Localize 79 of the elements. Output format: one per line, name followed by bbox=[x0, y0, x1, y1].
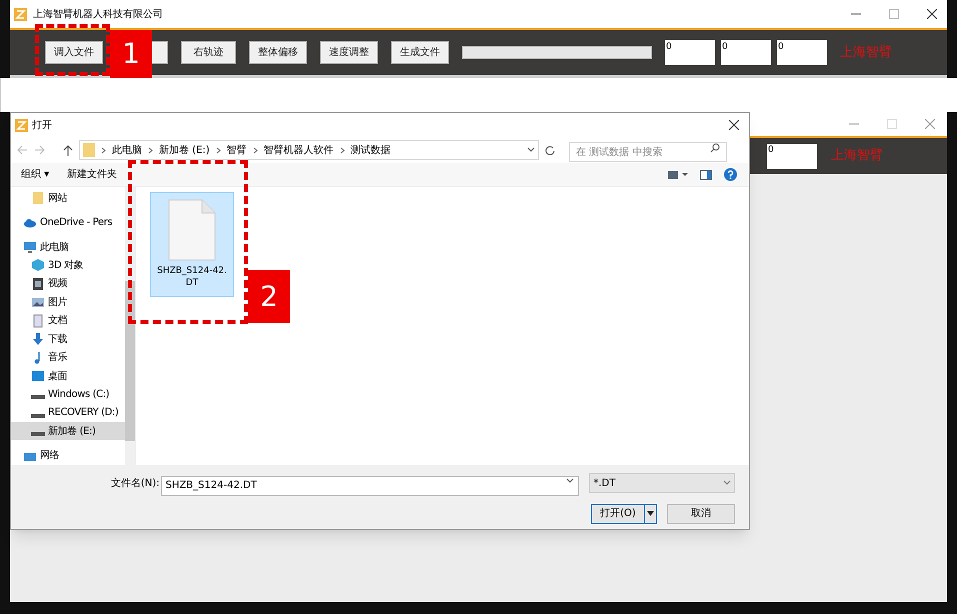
nav-item[interactable]: 桌面 bbox=[11, 366, 125, 386]
desktop-icon bbox=[31, 369, 45, 383]
chevron-icon bbox=[340, 146, 345, 154]
app-logo-icon bbox=[15, 118, 28, 132]
toolbar-button[interactable]: 右轨迹 bbox=[181, 41, 236, 64]
dropdown-icon bbox=[647, 511, 654, 516]
toolbar-button[interactable]: 调入文件 bbox=[45, 41, 103, 64]
toolbar-button[interactable]: 新建文件夹 bbox=[67, 167, 118, 182]
nav-item[interactable]: 下载 bbox=[11, 330, 125, 348]
breadcrumb-item[interactable]: 新加卷 (E:) bbox=[159, 142, 210, 158]
close-icon[interactable] bbox=[729, 120, 739, 130]
nav-item[interactable]: 网络 bbox=[11, 446, 125, 465]
nav-item[interactable]: 音乐 bbox=[11, 348, 125, 367]
chevron-icon bbox=[148, 146, 153, 154]
breadcrumb-item[interactable]: 智臂 bbox=[226, 142, 247, 158]
brand-text: 上海智臂 bbox=[840, 44, 892, 62]
app-logo-icon bbox=[14, 8, 27, 20]
down-arrow-icon bbox=[31, 332, 45, 346]
nav-item[interactable]: 此电脑 bbox=[11, 238, 125, 256]
file-type-dropdown[interactable]: *.DT bbox=[589, 473, 735, 494]
split-dropdown-button[interactable] bbox=[645, 504, 657, 524]
dropdown-icon[interactable] bbox=[527, 147, 535, 153]
document-icon bbox=[31, 314, 45, 328]
filename-label: 文件名(N): bbox=[110, 476, 160, 491]
drive-icon bbox=[31, 395, 45, 400]
cube-icon bbox=[31, 258, 45, 272]
drive-icon bbox=[31, 414, 45, 418]
number-field[interactable]: 0 bbox=[767, 144, 817, 168]
help-icon[interactable] bbox=[724, 168, 737, 181]
open-button[interactable]: 打开(O) bbox=[591, 504, 645, 524]
nav-item[interactable]: 图片 bbox=[11, 293, 125, 312]
search-icon bbox=[710, 142, 720, 153]
nav-item[interactable]: 视频 bbox=[11, 274, 125, 294]
nav-item[interactable]: OneDrive - Pers bbox=[11, 213, 125, 232]
preview-pane-icon[interactable] bbox=[700, 170, 712, 180]
breadcrumb-item[interactable]: 此电脑 bbox=[112, 142, 142, 158]
refresh-icon[interactable] bbox=[545, 145, 555, 155]
filename-field[interactable]: SHZB_S124-42.DT bbox=[161, 476, 580, 496]
address-bar[interactable]: 此电脑 新加卷 (E:) 智臂 智臂机器人软件 测试数据 bbox=[79, 140, 539, 160]
step-badge: 2 bbox=[248, 270, 290, 323]
close-icon[interactable] bbox=[927, 9, 937, 19]
dropdown-icon bbox=[566, 478, 574, 484]
number-field[interactable]: 0 bbox=[721, 40, 771, 65]
toolbar-button[interactable]: 生成文件 bbox=[391, 41, 449, 64]
input-field[interactable] bbox=[462, 46, 652, 59]
dialog-title: 打开 bbox=[32, 118, 52, 132]
breadcrumb-item[interactable]: 智臂机器人软件 bbox=[264, 142, 334, 158]
folder-icon bbox=[83, 143, 95, 157]
folder-icon bbox=[31, 191, 45, 206]
cancel-button[interactable]: 取消 bbox=[667, 504, 735, 524]
nav-item[interactable]: 新加卷 (E:) bbox=[11, 422, 125, 440]
nav-item[interactable]: RECOVERY (D:) bbox=[11, 404, 125, 422]
file-name: SHZB_S124-42.DT bbox=[156, 265, 228, 289]
up-arrow-icon[interactable] bbox=[63, 144, 73, 156]
image-icon bbox=[31, 295, 45, 310]
brand-text: 上海智臂 bbox=[831, 147, 883, 166]
nav-item[interactable]: Windows (C:) bbox=[11, 385, 125, 404]
chevron-icon bbox=[216, 146, 221, 154]
number-field[interactable]: 0 bbox=[665, 40, 715, 65]
search-field[interactable]: 在 测试数据 中搜索 bbox=[569, 142, 727, 162]
file-item[interactable]: SHZB_S124-42.DT bbox=[150, 192, 234, 297]
dropdown-icon bbox=[723, 480, 731, 486]
computer-icon bbox=[23, 240, 37, 254]
step-badge: 1 bbox=[110, 30, 152, 78]
film-icon bbox=[31, 276, 45, 291]
chevron-icon bbox=[252, 146, 258, 154]
nav-item[interactable]: 文档 bbox=[11, 312, 125, 330]
toolbar-button[interactable]: 速度调整 bbox=[320, 41, 378, 64]
window-title: 上海智臂机器人科技有限公司 bbox=[33, 8, 163, 22]
toolbar-button[interactable]: 整体偏移 bbox=[249, 41, 307, 64]
toolbar-button[interactable]: 组织 ▾ bbox=[21, 167, 50, 182]
breadcrumb-item[interactable]: 测试数据 bbox=[350, 142, 391, 158]
view-options-icon[interactable] bbox=[668, 170, 688, 178]
drive-icon bbox=[31, 432, 45, 436]
nav-item[interactable]: 网站 bbox=[11, 189, 125, 208]
file-icon bbox=[168, 199, 216, 261]
nav-item[interactable]: 3D 对象 bbox=[11, 256, 125, 275]
number-field[interactable]: 0 bbox=[777, 40, 827, 65]
chevron-icon bbox=[101, 146, 106, 154]
